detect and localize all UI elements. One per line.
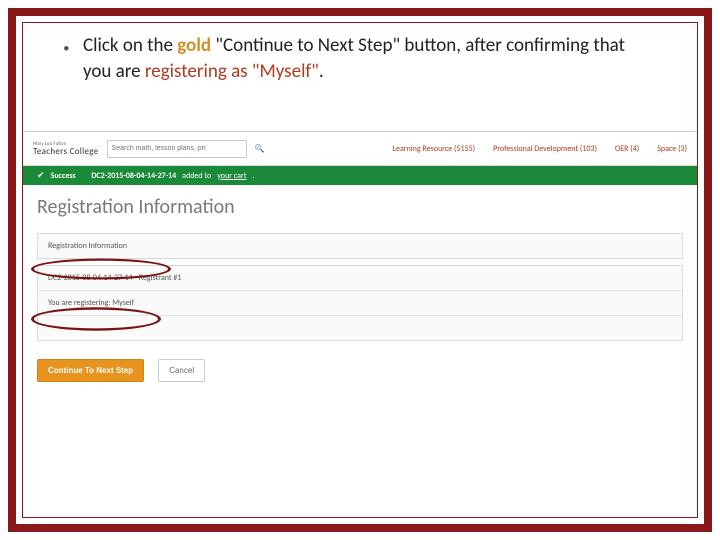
bullet-icon: • (63, 37, 70, 63)
success-item: DC2-2015-08-04-14-27-14 (91, 171, 176, 181)
instruction-text: • Click on the gold "Continue to Next St… (83, 33, 657, 84)
nav-links: Learning Resource (5155) Professional De… (393, 144, 687, 154)
success-label: Success (51, 171, 76, 181)
registrant-row: DC2-2015-08-04-14-27-14 - Registrant #1 (38, 266, 682, 290)
search-icon[interactable]: 🔍 (255, 144, 265, 154)
logo: Mary Lou Fulton Teachers College (33, 142, 99, 156)
topbar: Mary Lou Fulton Teachers College 🔍 Learn… (23, 132, 697, 166)
empty-row (38, 315, 682, 340)
inner-border: • Click on the gold "Continue to Next St… (22, 22, 698, 518)
check-icon: ✔ (37, 170, 45, 181)
search-input[interactable] (112, 145, 242, 152)
action-row: Continue To Next Step Cancel (37, 359, 683, 382)
embedded-screenshot: Mary Lou Fulton Teachers College 🔍 Learn… (23, 131, 697, 441)
instruction-prefix: Click on the (83, 34, 177, 57)
success-cart-link[interactable]: your cart (217, 171, 246, 181)
instruction-red: registering as "Myself" (145, 60, 319, 83)
search-box[interactable] (107, 140, 247, 158)
success-mid: added to (182, 171, 211, 181)
nav-oer[interactable]: OER (4) (615, 144, 639, 154)
panel1-header: Registration Information (38, 234, 682, 258)
instruction-suffix: . (319, 60, 324, 83)
registering-as-row: You are registering: Myself (38, 290, 682, 315)
panel-registration-info: Registration Information (37, 233, 683, 259)
outer-border: • Click on the gold "Continue to Next St… (8, 8, 712, 532)
instruction-gold: gold (177, 34, 211, 57)
cancel-button[interactable]: Cancel (158, 359, 205, 382)
nav-pd[interactable]: Professional Development (103) (493, 144, 597, 154)
slide-frame: • Click on the gold "Continue to Next St… (0, 0, 720, 540)
nav-space[interactable]: Space (3) (657, 144, 687, 154)
continue-button[interactable]: Continue To Next Step (37, 359, 144, 382)
page-title: Registration Information (23, 185, 697, 227)
nav-learning[interactable]: Learning Resource (5155) (393, 144, 475, 154)
logo-line2: Teachers College (33, 147, 99, 156)
success-bar: ✔ Success DC2-2015-08-04-14-27-14 added … (23, 166, 697, 185)
panel-registrant: DC2-2015-08-04-14-27-14 - Registrant #1 … (37, 265, 683, 341)
